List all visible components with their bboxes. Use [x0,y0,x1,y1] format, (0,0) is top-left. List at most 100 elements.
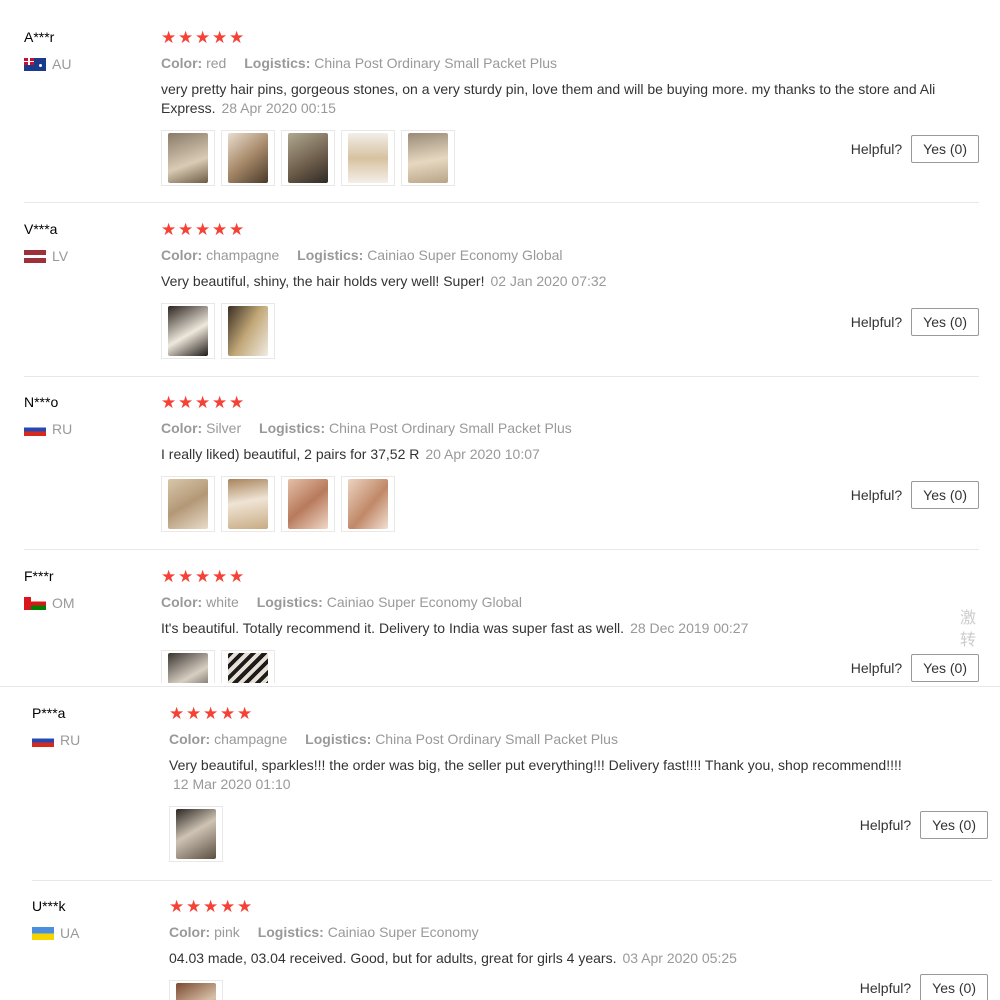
reviewer-country: AU [24,55,144,73]
country-code: UA [60,925,80,941]
review-photo[interactable] [221,130,275,186]
helpful-label: Helpful? [850,141,903,157]
star-icon: ★ [229,567,245,586]
star-icon: ★ [195,219,211,239]
reviewer-name: V***a [24,221,58,237]
country-code: RU [52,421,73,437]
rating-stars: ★ ★ ★ ★ ★ [161,393,961,411]
reviewer-info: F***r OM [24,567,144,612]
rating-stars: ★ ★ ★ ★ ★ [161,567,961,585]
logistics-key: Logistics: [244,55,311,71]
review-content: ★ ★ ★ ★ ★ Color: pink Logistics: Cainiao… [169,897,959,1000]
reviewer-country: LV [24,247,144,265]
review-photo[interactable] [221,650,275,683]
review-photo[interactable] [221,476,275,532]
star-icon: ★ [161,27,177,47]
review-date: 20 Apr 2020 10:07 [425,446,540,462]
color-value: champagne [206,247,280,263]
helpful-yes-button[interactable]: Yes (0) [911,654,979,682]
review-text: Very beautiful, sparkles!!! the order wa… [169,756,959,794]
review-photo[interactable] [281,476,335,532]
color-key: Color: [161,55,203,71]
reviewer-name: A***r [24,29,55,45]
review-date: 28 Dec 2019 00:27 [630,620,749,636]
star-icon: ★ [212,219,228,239]
review-body: Very beautiful, shiny, the hair holds ve… [161,273,485,289]
star-icon: ★ [178,392,194,412]
review-text: 04.03 made, 03.04 received. Good, but fo… [169,949,959,968]
review-photos [161,650,961,683]
reviewer-name: N***o [24,394,59,410]
review-photo[interactable] [161,130,215,186]
star-icon: ★ [161,567,177,586]
star-icon: ★ [161,392,177,412]
star-icon: ★ [195,567,211,586]
color-key: Color: [169,731,211,747]
reviewer-name: F***r [24,568,54,584]
reviewer-country: RU [24,420,144,438]
star-icon: ★ [169,897,185,916]
star-icon: ★ [237,703,253,723]
helpful-label: Helpful? [850,314,903,330]
star-icon: ★ [178,27,194,47]
rating-stars: ★ ★ ★ ★ ★ [169,897,959,915]
color-key: Color: [161,594,203,610]
helpful-section: Helpful? Yes (0) [860,811,988,839]
review-photo[interactable] [169,980,223,1000]
logistics-key: Logistics: [259,420,326,436]
logistics-value: China Post Ordinary Small Packet Plus [375,731,618,747]
star-icon: ★ [178,567,194,586]
review-meta: Color: champagne Logistics: China Post O… [169,730,959,748]
reviewer-name: P***a [32,705,66,721]
review-text: Very beautiful, shiny, the hair holds ve… [161,272,961,291]
star-icon: ★ [186,897,202,916]
review-photos [161,303,961,359]
helpful-label: Helpful? [859,817,912,833]
flag-ru-icon [32,733,54,747]
flag-ua-icon [32,926,54,940]
reviewer-country: OM [24,594,144,612]
color-value: champagne [214,731,288,747]
helpful-section: Helpful? Yes (0) [851,481,979,509]
review-photo[interactable] [161,476,215,532]
country-code: OM [52,595,75,611]
review-photo[interactable] [161,650,215,683]
reviewer-info: P***a RU [32,704,152,749]
country-code: RU [60,732,81,748]
star-icon: ★ [178,219,194,239]
reviewer-name: U***k [32,898,66,914]
rating-stars: ★ ★ ★ ★ ★ [161,28,961,46]
helpful-yes-button[interactable]: Yes (0) [920,811,988,839]
review-photo[interactable] [281,130,335,186]
star-icon: ★ [195,27,211,47]
review-photo[interactable] [161,303,215,359]
logistics-value: Cainiao Super Economy Global [367,247,563,263]
helpful-label: Helpful? [850,487,903,503]
helpful-yes-button[interactable]: Yes (0) [911,308,979,336]
star-icon: ★ [203,703,219,723]
review-item: U***k UA ★ ★ ★ ★ ★ Color: pink Logistics… [8,897,1000,1000]
review-photo[interactable] [341,476,395,532]
review-date: 02 Jan 2020 07:32 [490,273,607,289]
logistics-key: Logistics: [305,731,372,747]
star-icon: ★ [237,897,253,916]
helpful-yes-button[interactable]: Yes (0) [911,135,979,163]
review-photo[interactable] [169,806,223,862]
star-icon: ★ [220,703,236,723]
color-key: Color: [169,924,211,940]
review-photo[interactable] [221,303,275,359]
helpful-yes-button[interactable]: Yes (0) [920,974,988,1000]
review-photos [161,476,961,532]
review-photo[interactable] [401,130,455,186]
review-meta: Color: pink Logistics: Cainiao Super Eco… [169,923,959,941]
flag-au-icon [24,57,46,71]
star-icon: ★ [203,897,219,916]
rating-stars: ★ ★ ★ ★ ★ [161,220,961,238]
review-body: Very beautiful, sparkles!!! the order wa… [169,757,902,773]
helpful-yes-button[interactable]: Yes (0) [911,481,979,509]
color-value: white [206,594,239,610]
review-photo[interactable] [341,130,395,186]
star-icon: ★ [229,27,245,47]
flag-om-icon [24,596,46,610]
review-photos [161,130,961,186]
